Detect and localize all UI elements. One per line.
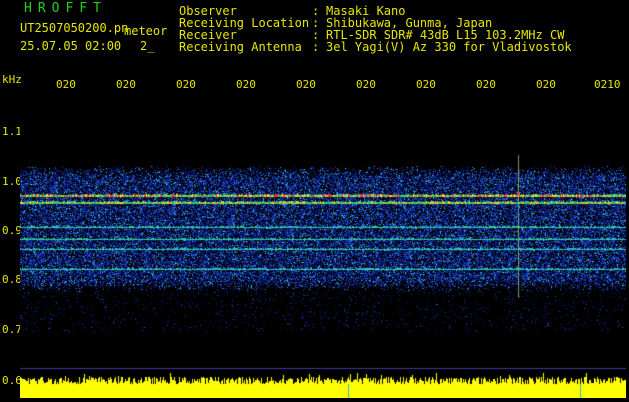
x-tick-label: 020 [296, 78, 316, 91]
event-label: meteor [124, 24, 168, 38]
y-tick-label: 1.0 [2, 175, 22, 188]
y-tick-label: 1.1 [2, 125, 22, 138]
spectrogram-plot [20, 98, 626, 398]
date-time: 25.07.05 02:00 [20, 39, 122, 53]
antenna-label: Receiving Antenna [179, 40, 302, 54]
x-tick-label: 020 [536, 78, 556, 91]
y-tick-label: 0.7 [2, 323, 22, 336]
x-tick-label: 020 [356, 78, 376, 91]
separator: : [312, 40, 320, 54]
y-tick-label: 0.6 [2, 374, 22, 387]
y-tick-label: 0.9 [2, 224, 22, 237]
antenna-value: 3el Yagi(V) Az 330 for Vladivostok [326, 40, 572, 54]
spectrogram-canvas [20, 98, 626, 398]
x-tick-label: 020 [176, 78, 196, 91]
x-tick-label: 020 [236, 78, 256, 91]
x-tick-label: 020 [56, 78, 76, 91]
x-tick-label: 020 [116, 78, 136, 91]
app-title: HROFFT [24, 1, 107, 16]
x-tick-label: 020 [476, 78, 496, 91]
frequency-unit: kHz [2, 73, 22, 86]
meteor-count: 2_ [140, 39, 155, 53]
y-tick-label: 0.8 [2, 273, 22, 286]
file-name: UT2507050200.pn [20, 21, 129, 35]
x-tick-label: 020 [416, 78, 436, 91]
x-tick-label: 0210 [594, 78, 621, 91]
